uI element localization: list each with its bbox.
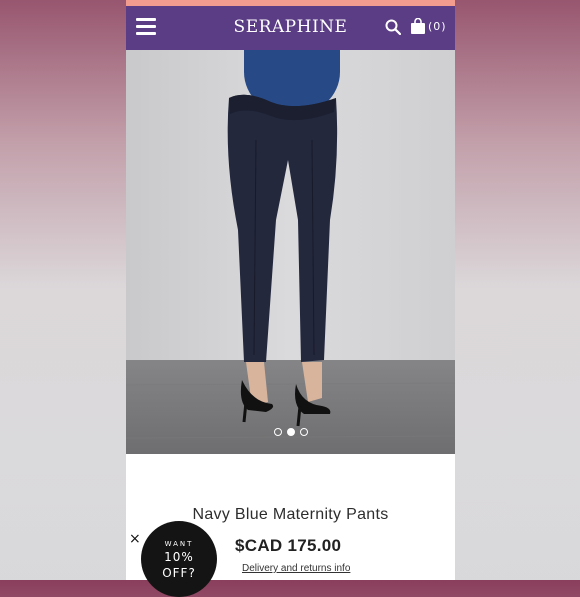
carousel-dots (126, 428, 455, 436)
close-promo-icon[interactable]: × (129, 531, 141, 547)
search-icon[interactable] (385, 19, 401, 35)
background-right (455, 0, 580, 580)
shopping-bag-icon[interactable] (410, 18, 426, 35)
brand-logo[interactable]: SERAPHINE (126, 17, 455, 37)
promo-line-percent: 10% (164, 550, 194, 564)
promo-line-want: WANT (164, 540, 194, 548)
product-image-carousel[interactable] (126, 50, 455, 454)
carousel-dot[interactable] (273, 428, 282, 436)
background-left (0, 0, 126, 580)
carousel-dot[interactable] (299, 428, 308, 436)
mobile-page: SERAPHINE (0) (126, 0, 455, 580)
site-header: SERAPHINE (0) (126, 6, 455, 50)
product-photo (126, 50, 455, 454)
promo-line-off: OFF? (162, 566, 196, 580)
discount-promo-badge[interactable]: WANT 10% OFF? (141, 521, 217, 597)
cart-count[interactable]: (0) (428, 20, 447, 33)
delivery-returns-link[interactable]: Delivery and returns info (242, 563, 350, 574)
carousel-dot-active[interactable] (286, 428, 295, 436)
